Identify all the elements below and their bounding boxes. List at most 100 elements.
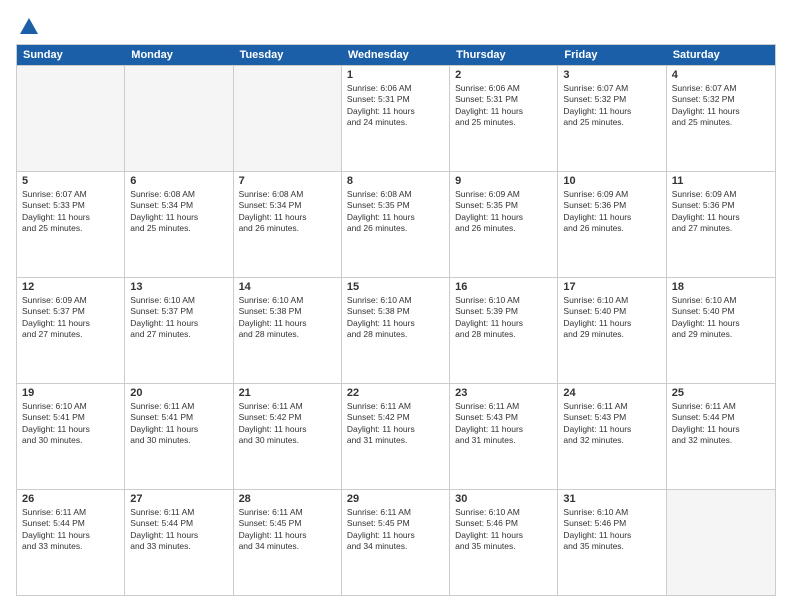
calendar-cell: 1 Sunrise: 6:06 AM Sunset: 5:31 PM Daylig… xyxy=(342,66,450,171)
day-number: 30 xyxy=(455,493,552,505)
calendar-row-2: 12Sunrise: 6:09 AM Sunset: 5:37 PM Dayli… xyxy=(17,277,775,383)
cell-details: Sunrise: 6:06 AM Sunset: 5:31 PM Dayligh… xyxy=(455,83,552,129)
calendar-cell: 31 Sunrise: 6:10 AM Sunset: 5:46 PM Dayli… xyxy=(558,490,666,595)
day-number: 31 xyxy=(563,493,660,505)
day-number: 29 xyxy=(347,493,444,505)
calendar-cell xyxy=(667,490,775,595)
cell-details: Sunrise: 6:09 AM Sunset: 5:36 PM Dayligh… xyxy=(672,189,770,235)
calendar-cell: 30 Sunrise: 6:10 AM Sunset: 5:46 PM Dayli… xyxy=(450,490,558,595)
calendar-cell: 19 Sunrise: 6:10 AM Sunset: 5:41 PM Dayli… xyxy=(17,384,125,489)
calendar: SundayMondayTuesdayWednesdayThursdayFrid… xyxy=(16,44,776,596)
cell-details: Sunrise: 6:11 AM Sunset: 5:45 PM Dayligh… xyxy=(347,507,444,553)
cell-details: Sunrise: 6:11 AM Sunset: 5:44 PM Dayligh… xyxy=(130,507,227,553)
calendar-cell: 18 Sunrise: 6:10 AM Sunset: 5:40 PM Dayli… xyxy=(667,278,775,383)
day-number: 20 xyxy=(130,387,227,399)
calendar-row-4: 26 Sunrise: 6:11 AM Sunset: 5:44 PM Dayli… xyxy=(17,489,775,595)
cell-details: Sunrise: 6:11 AM Sunset: 5:43 PM Dayligh… xyxy=(455,401,552,447)
cell-details: Sunrise: 6:10 AM Sunset: 5:41 PM Dayligh… xyxy=(22,401,119,447)
calendar-row-1: 5 Sunrise: 6:07 AM Sunset: 5:33 PM Daylig… xyxy=(17,171,775,277)
day-number: 1 xyxy=(347,69,444,81)
day-number: 12 xyxy=(22,281,119,293)
day-number: 5 xyxy=(22,175,119,187)
cell-details: Sunrise: 6:07 AM Sunset: 5:32 PM Dayligh… xyxy=(563,83,660,129)
cell-details: Sunrise: 6:10 AM Sunset: 5:39 PM Dayligh… xyxy=(455,295,552,341)
calendar-body: 1 Sunrise: 6:06 AM Sunset: 5:31 PM Daylig… xyxy=(17,65,775,595)
day-header-sunday: Sunday xyxy=(17,45,125,65)
calendar-row-0: 1 Sunrise: 6:06 AM Sunset: 5:31 PM Daylig… xyxy=(17,65,775,171)
cell-details: Sunrise: 6:08 AM Sunset: 5:34 PM Dayligh… xyxy=(239,189,336,235)
cell-details: Sunrise: 6:10 AM Sunset: 5:46 PM Dayligh… xyxy=(563,507,660,553)
calendar-cell: 2 Sunrise: 6:06 AM Sunset: 5:31 PM Daylig… xyxy=(450,66,558,171)
cell-details: Sunrise: 6:09 AM Sunset: 5:35 PM Dayligh… xyxy=(455,189,552,235)
cell-details: Sunrise: 6:09 AM Sunset: 5:36 PM Dayligh… xyxy=(563,189,660,235)
calendar-cell: 17 Sunrise: 6:10 AM Sunset: 5:40 PM Dayli… xyxy=(558,278,666,383)
cell-details: Sunrise: 6:10 AM Sunset: 5:37 PM Dayligh… xyxy=(130,295,227,341)
calendar-cell: 12Sunrise: 6:09 AM Sunset: 5:37 PM Dayli… xyxy=(17,278,125,383)
calendar-cell: 25 Sunrise: 6:11 AM Sunset: 5:44 PM Dayli… xyxy=(667,384,775,489)
cell-details: Sunrise: 6:11 AM Sunset: 5:45 PM Dayligh… xyxy=(239,507,336,553)
calendar-cell: 4Sunrise: 6:07 AM Sunset: 5:32 PM Daylig… xyxy=(667,66,775,171)
calendar-cell: 20 Sunrise: 6:11 AM Sunset: 5:41 PM Dayli… xyxy=(125,384,233,489)
cell-details: Sunrise: 6:11 AM Sunset: 5:43 PM Dayligh… xyxy=(563,401,660,447)
day-number: 6 xyxy=(130,175,227,187)
logo xyxy=(16,16,40,34)
calendar-cell: 29 Sunrise: 6:11 AM Sunset: 5:45 PM Dayli… xyxy=(342,490,450,595)
calendar-cell: 21Sunrise: 6:11 AM Sunset: 5:42 PM Dayli… xyxy=(234,384,342,489)
day-number: 16 xyxy=(455,281,552,293)
calendar-cell: 26 Sunrise: 6:11 AM Sunset: 5:44 PM Dayli… xyxy=(17,490,125,595)
day-header-friday: Friday xyxy=(558,45,666,65)
day-header-wednesday: Wednesday xyxy=(342,45,450,65)
calendar-cell: 7 Sunrise: 6:08 AM Sunset: 5:34 PM Daylig… xyxy=(234,172,342,277)
day-number: 26 xyxy=(22,493,119,505)
cell-details: Sunrise: 6:07 AM Sunset: 5:33 PM Dayligh… xyxy=(22,189,119,235)
calendar-cell: 6 Sunrise: 6:08 AM Sunset: 5:34 PM Daylig… xyxy=(125,172,233,277)
day-number: 27 xyxy=(130,493,227,505)
day-number: 24 xyxy=(563,387,660,399)
calendar-cell: 27 Sunrise: 6:11 AM Sunset: 5:44 PM Dayli… xyxy=(125,490,233,595)
day-number: 25 xyxy=(672,387,770,399)
day-number: 3 xyxy=(563,69,660,81)
calendar-cell: 3 Sunrise: 6:07 AM Sunset: 5:32 PM Daylig… xyxy=(558,66,666,171)
day-header-saturday: Saturday xyxy=(667,45,775,65)
day-number: 13 xyxy=(130,281,227,293)
day-number: 18 xyxy=(672,281,770,293)
cell-details: Sunrise: 6:08 AM Sunset: 5:34 PM Dayligh… xyxy=(130,189,227,235)
cell-details: Sunrise: 6:11 AM Sunset: 5:44 PM Dayligh… xyxy=(672,401,770,447)
day-number: 10 xyxy=(563,175,660,187)
calendar-cell: 9Sunrise: 6:09 AM Sunset: 5:35 PM Daylig… xyxy=(450,172,558,277)
calendar-cell xyxy=(17,66,125,171)
cell-details: Sunrise: 6:08 AM Sunset: 5:35 PM Dayligh… xyxy=(347,189,444,235)
calendar-cell: 28Sunrise: 6:11 AM Sunset: 5:45 PM Dayli… xyxy=(234,490,342,595)
cell-details: Sunrise: 6:07 AM Sunset: 5:32 PM Dayligh… xyxy=(672,83,770,129)
calendar-row-3: 19 Sunrise: 6:10 AM Sunset: 5:41 PM Dayli… xyxy=(17,383,775,489)
calendar-cell: 15Sunrise: 6:10 AM Sunset: 5:38 PM Dayli… xyxy=(342,278,450,383)
page: SundayMondayTuesdayWednesdayThursdayFrid… xyxy=(0,0,792,612)
cell-details: Sunrise: 6:10 AM Sunset: 5:38 PM Dayligh… xyxy=(239,295,336,341)
calendar-cell: 24 Sunrise: 6:11 AM Sunset: 5:43 PM Dayli… xyxy=(558,384,666,489)
day-number: 8 xyxy=(347,175,444,187)
day-number: 2 xyxy=(455,69,552,81)
cell-details: Sunrise: 6:10 AM Sunset: 5:40 PM Dayligh… xyxy=(672,295,770,341)
day-number: 14 xyxy=(239,281,336,293)
calendar-cell: 5 Sunrise: 6:07 AM Sunset: 5:33 PM Daylig… xyxy=(17,172,125,277)
day-number: 21 xyxy=(239,387,336,399)
calendar-cell: 11Sunrise: 6:09 AM Sunset: 5:36 PM Dayli… xyxy=(667,172,775,277)
cell-details: Sunrise: 6:06 AM Sunset: 5:31 PM Dayligh… xyxy=(347,83,444,129)
day-header-thursday: Thursday xyxy=(450,45,558,65)
cell-details: Sunrise: 6:11 AM Sunset: 5:41 PM Dayligh… xyxy=(130,401,227,447)
day-number: 7 xyxy=(239,175,336,187)
calendar-cell xyxy=(234,66,342,171)
cell-details: Sunrise: 6:10 AM Sunset: 5:46 PM Dayligh… xyxy=(455,507,552,553)
logo-icon xyxy=(18,16,40,38)
calendar-cell: 8 Sunrise: 6:08 AM Sunset: 5:35 PM Daylig… xyxy=(342,172,450,277)
day-number: 19 xyxy=(22,387,119,399)
calendar-cell: 13 Sunrise: 6:10 AM Sunset: 5:37 PM Dayli… xyxy=(125,278,233,383)
calendar-header: SundayMondayTuesdayWednesdayThursdayFrid… xyxy=(17,45,775,65)
cell-details: Sunrise: 6:11 AM Sunset: 5:44 PM Dayligh… xyxy=(22,507,119,553)
day-number: 17 xyxy=(563,281,660,293)
calendar-cell: 14 Sunrise: 6:10 AM Sunset: 5:38 PM Dayli… xyxy=(234,278,342,383)
cell-details: Sunrise: 6:10 AM Sunset: 5:40 PM Dayligh… xyxy=(563,295,660,341)
header xyxy=(16,16,776,34)
calendar-cell: 22Sunrise: 6:11 AM Sunset: 5:42 PM Dayli… xyxy=(342,384,450,489)
calendar-cell: 23Sunrise: 6:11 AM Sunset: 5:43 PM Dayli… xyxy=(450,384,558,489)
